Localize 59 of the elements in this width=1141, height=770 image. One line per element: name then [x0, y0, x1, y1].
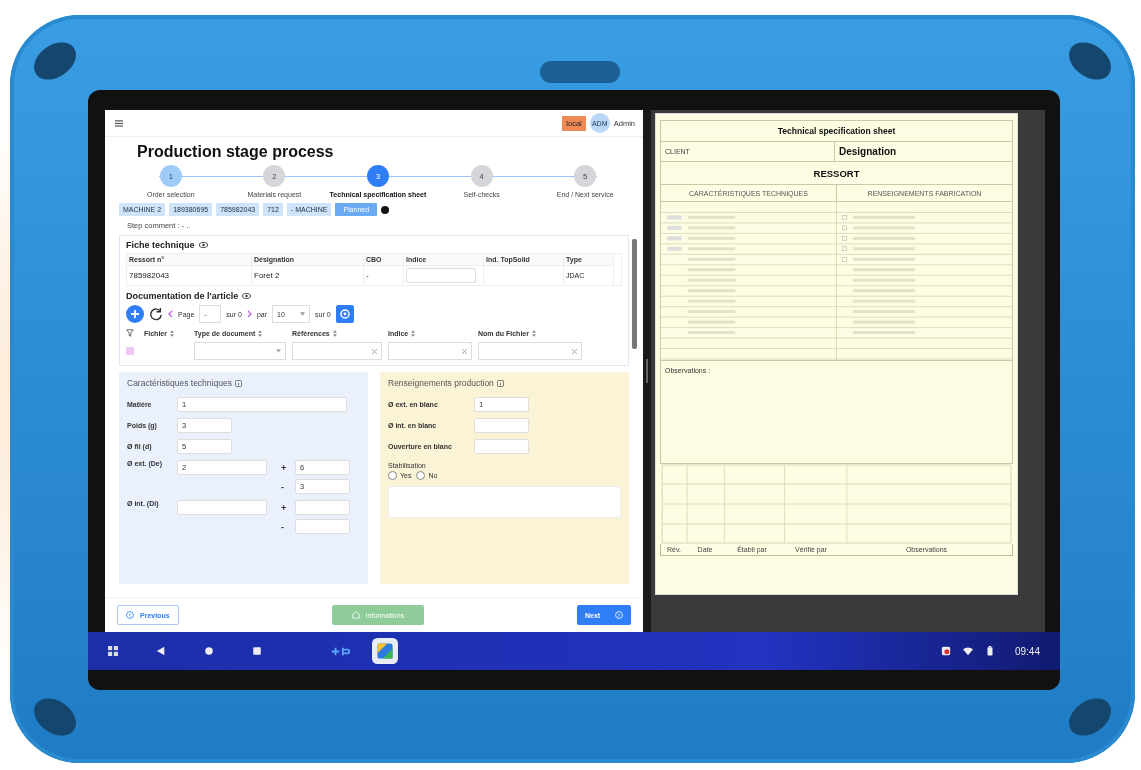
- split-handle[interactable]: [643, 110, 651, 632]
- filter-icon[interactable]: [126, 329, 134, 337]
- back-arrow-icon: [126, 611, 134, 619]
- clock-time: 09:44: [1014, 645, 1040, 657]
- checkbox[interactable]: [126, 347, 134, 355]
- sort-icon[interactable]: [332, 329, 337, 337]
- previous-page-icon[interactable]: [168, 310, 173, 318]
- clear-icon[interactable]: [372, 348, 377, 354]
- info-icon[interactable]: [234, 379, 242, 387]
- plus-sign: +: [281, 502, 287, 513]
- clear-icon[interactable]: [572, 348, 577, 354]
- eye-icon[interactable]: [198, 242, 208, 248]
- add-button[interactable]: [126, 305, 144, 323]
- input-field[interactable]: [295, 519, 350, 534]
- panel-title: Caractéristiques techniques: [127, 378, 232, 388]
- forward-arrow-icon: [615, 611, 623, 619]
- input-field[interactable]: [406, 268, 476, 283]
- input-field[interactable]: [177, 500, 267, 515]
- clear-icon[interactable]: [462, 348, 467, 354]
- section-title: Fiche technique: [126, 240, 195, 250]
- document-label: Designation: [834, 142, 1012, 161]
- refresh-icon[interactable]: [149, 307, 163, 321]
- minus-sign: -: [281, 481, 285, 492]
- sort-icon[interactable]: [531, 329, 536, 337]
- minus-sign: -: [281, 521, 285, 532]
- table-cell: Foret 2: [252, 265, 364, 285]
- wifi-icon: [962, 646, 973, 656]
- back-icon[interactable]: [156, 646, 166, 656]
- table-cell: -: [364, 265, 404, 285]
- scrollbar[interactable]: [632, 239, 637, 349]
- sort-icon[interactable]: [169, 329, 174, 337]
- menu-icon[interactable]: [115, 119, 123, 127]
- filter-field[interactable]: [388, 342, 472, 360]
- plus-sign: +: [281, 462, 287, 473]
- document-heading: RESSORT: [813, 167, 860, 179]
- table-cell: 785982043: [127, 265, 252, 285]
- sort-icon[interactable]: [411, 329, 416, 337]
- apps-grid-icon[interactable]: [108, 646, 118, 656]
- eye-icon[interactable]: [242, 293, 252, 299]
- document-title: Technical specification sheet: [777, 126, 896, 136]
- filter-field[interactable]: [478, 342, 582, 360]
- recents-icon[interactable]: [252, 646, 262, 656]
- next-page-icon[interactable]: [246, 310, 252, 318]
- caret-icon: [300, 312, 306, 316]
- page-title: Production stage process: [137, 143, 335, 161]
- info-icon[interactable]: [496, 379, 504, 387]
- house-icon: [351, 611, 360, 619]
- home-icon[interactable]: [204, 646, 214, 656]
- input-field[interactable]: [474, 418, 529, 433]
- sort-icon[interactable]: [258, 329, 263, 337]
- caret-icon: [276, 349, 281, 353]
- panel-title: Renseignements production: [388, 378, 494, 388]
- notification-icon[interactable]: [940, 646, 951, 656]
- settings-button[interactable]: [335, 305, 354, 323]
- section-title: Documentation de l'article: [126, 291, 239, 301]
- filter-field[interactable]: [292, 342, 382, 360]
- input-field[interactable]: [295, 500, 350, 515]
- input-field[interactable]: [474, 439, 529, 454]
- gallery-app-icon[interactable]: [372, 638, 398, 664]
